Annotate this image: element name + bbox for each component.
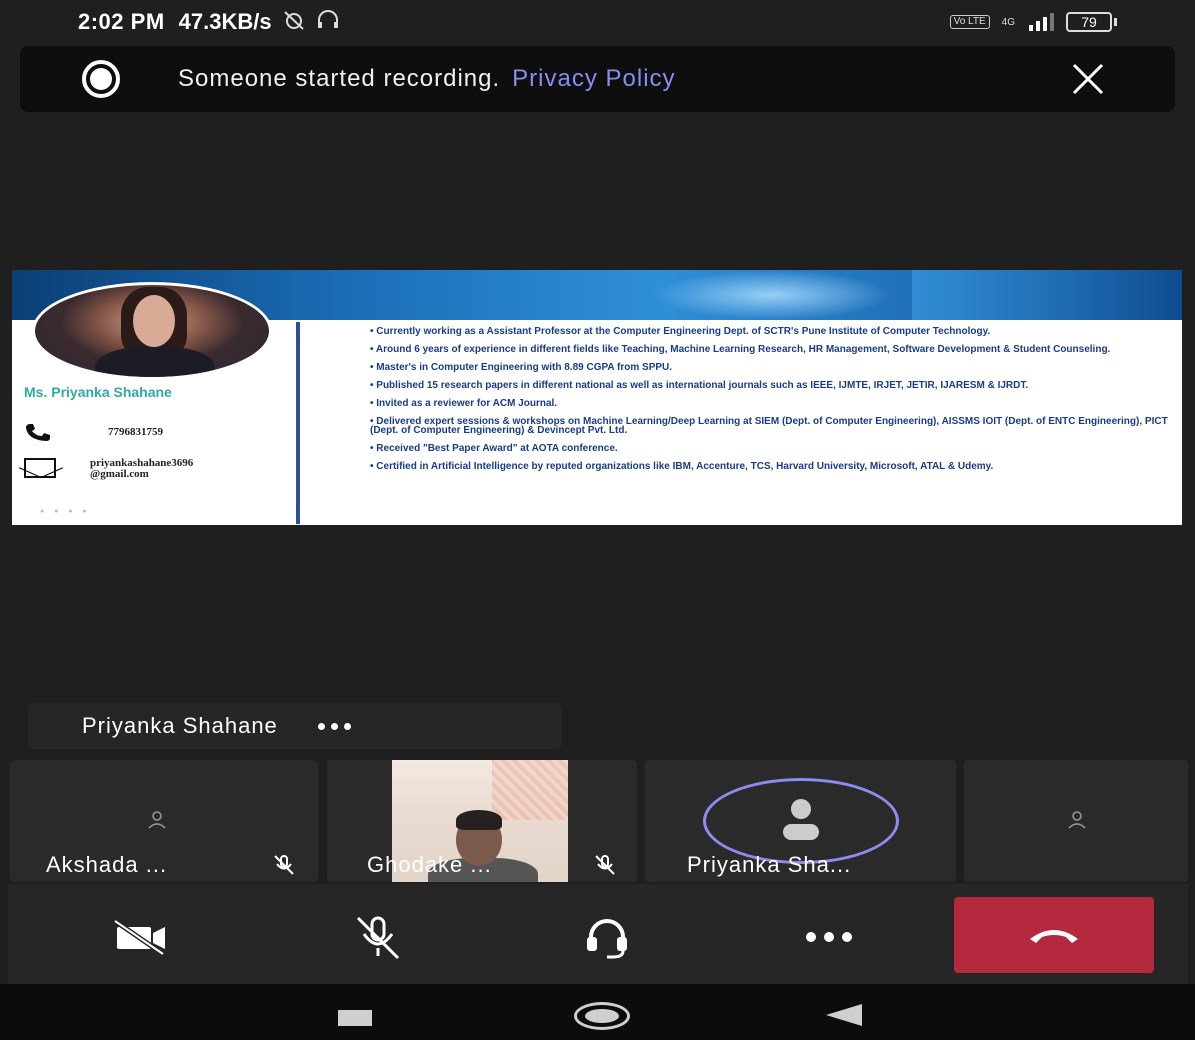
audio-output-button[interactable]: [572, 902, 642, 972]
profile-name: Ms. Priyanka Shahane: [24, 384, 172, 400]
shared-screen[interactable]: Ms. Priyanka Shahane 7796831759 priyanka…: [12, 270, 1182, 525]
bio-bullet: • Published 15 research papers in differ…: [370, 380, 1029, 391]
mic-toggle-button[interactable]: [343, 902, 413, 972]
recording-message: Someone started recording.: [178, 65, 501, 92]
mic-off-icon: [274, 855, 294, 875]
alarm-off-icon: [282, 10, 306, 35]
participant-tile[interactable]: [964, 760, 1188, 882]
hang-up-icon: [1030, 930, 1078, 943]
close-icon[interactable]: [1071, 62, 1105, 96]
recents-icon[interactable]: [338, 1010, 372, 1026]
email-line-2: @gmail.com: [90, 468, 149, 480]
bio-bullet: • Certified in Artificial Intelligence b…: [370, 461, 994, 472]
status-bar: 2:02 PM 47.3KB/s Vo LTE 4G 79: [0, 0, 1195, 44]
more-actions-button[interactable]: [794, 902, 864, 972]
call-controls: [8, 884, 1188, 984]
active-speaker-name: Priyanka Shahane: [82, 713, 278, 738]
phone-icon: [26, 424, 50, 441]
participant-tile-speaking[interactable]: Priyanka Sha...: [645, 760, 956, 882]
bio-bullet: • Master's in Computer Engineering with …: [370, 362, 673, 373]
email-address: priyankashahane3696 @gmail.com: [90, 458, 193, 480]
status-time: 2:02 PM: [78, 9, 165, 34]
bio-bullet: • Around 6 years of experience in differ…: [370, 344, 1111, 355]
slide-pager: ● ● ● ●: [40, 508, 91, 515]
hang-up-button[interactable]: [954, 897, 1154, 973]
camera-off-icon: [113, 919, 165, 955]
headset-icon: [316, 9, 340, 35]
bio-bullet: • Invited as a reviewer for ACM Journal.: [370, 398, 558, 409]
network-speed: 47.3KB/s: [178, 9, 272, 34]
signal-icon: [1029, 13, 1054, 31]
volte-icon: Vo LTE: [949, 15, 990, 29]
participant-tile[interactable]: Ghodake ...: [327, 760, 637, 882]
headset-icon: [587, 919, 627, 959]
system-nav-bar: [0, 984, 1195, 1040]
mail-icon: [24, 458, 56, 478]
home-icon[interactable]: [574, 1002, 630, 1030]
person-icon: [1068, 811, 1086, 829]
battery-level: 79: [1066, 12, 1112, 32]
more-options-icon[interactable]: [317, 722, 351, 730]
more-horizontal-icon: [806, 932, 852, 942]
battery-icon: 79: [1066, 12, 1117, 32]
mic-off-icon: [356, 916, 400, 960]
participant-name: Ghodake ...: [367, 852, 492, 877]
bio-bullet: • Delivered expert sessions & workshops …: [370, 416, 1168, 436]
active-speaker-label[interactable]: Priyanka Shahane: [28, 703, 562, 749]
camera-toggle-button[interactable]: [106, 902, 176, 972]
participant-tile[interactable]: Akshada ...: [10, 760, 318, 882]
bio-bullet: • Received "Best Paper Award" at AOTA co…: [370, 443, 618, 454]
recording-icon: [82, 60, 120, 98]
network-type: 4G: [1001, 16, 1015, 28]
profile-photo: [32, 282, 272, 380]
slide-divider: [296, 322, 300, 524]
recording-banner: Someone started recording. Privacy Polic…: [20, 46, 1175, 112]
avatar-icon: [783, 799, 819, 840]
person-icon: [148, 811, 166, 829]
mic-off-icon: [595, 855, 615, 875]
bio-bullets: • Currently working as a Assistant Profe…: [370, 327, 1176, 480]
participant-name: Akshada ...: [46, 852, 168, 877]
participant-name: Priyanka Sha...: [687, 852, 852, 877]
phone-number: 7796831759: [108, 426, 163, 438]
privacy-policy-link[interactable]: Privacy Policy: [512, 65, 675, 93]
back-icon[interactable]: [826, 1004, 862, 1026]
bio-bullet: • Currently working as a Assistant Profe…: [370, 326, 991, 337]
